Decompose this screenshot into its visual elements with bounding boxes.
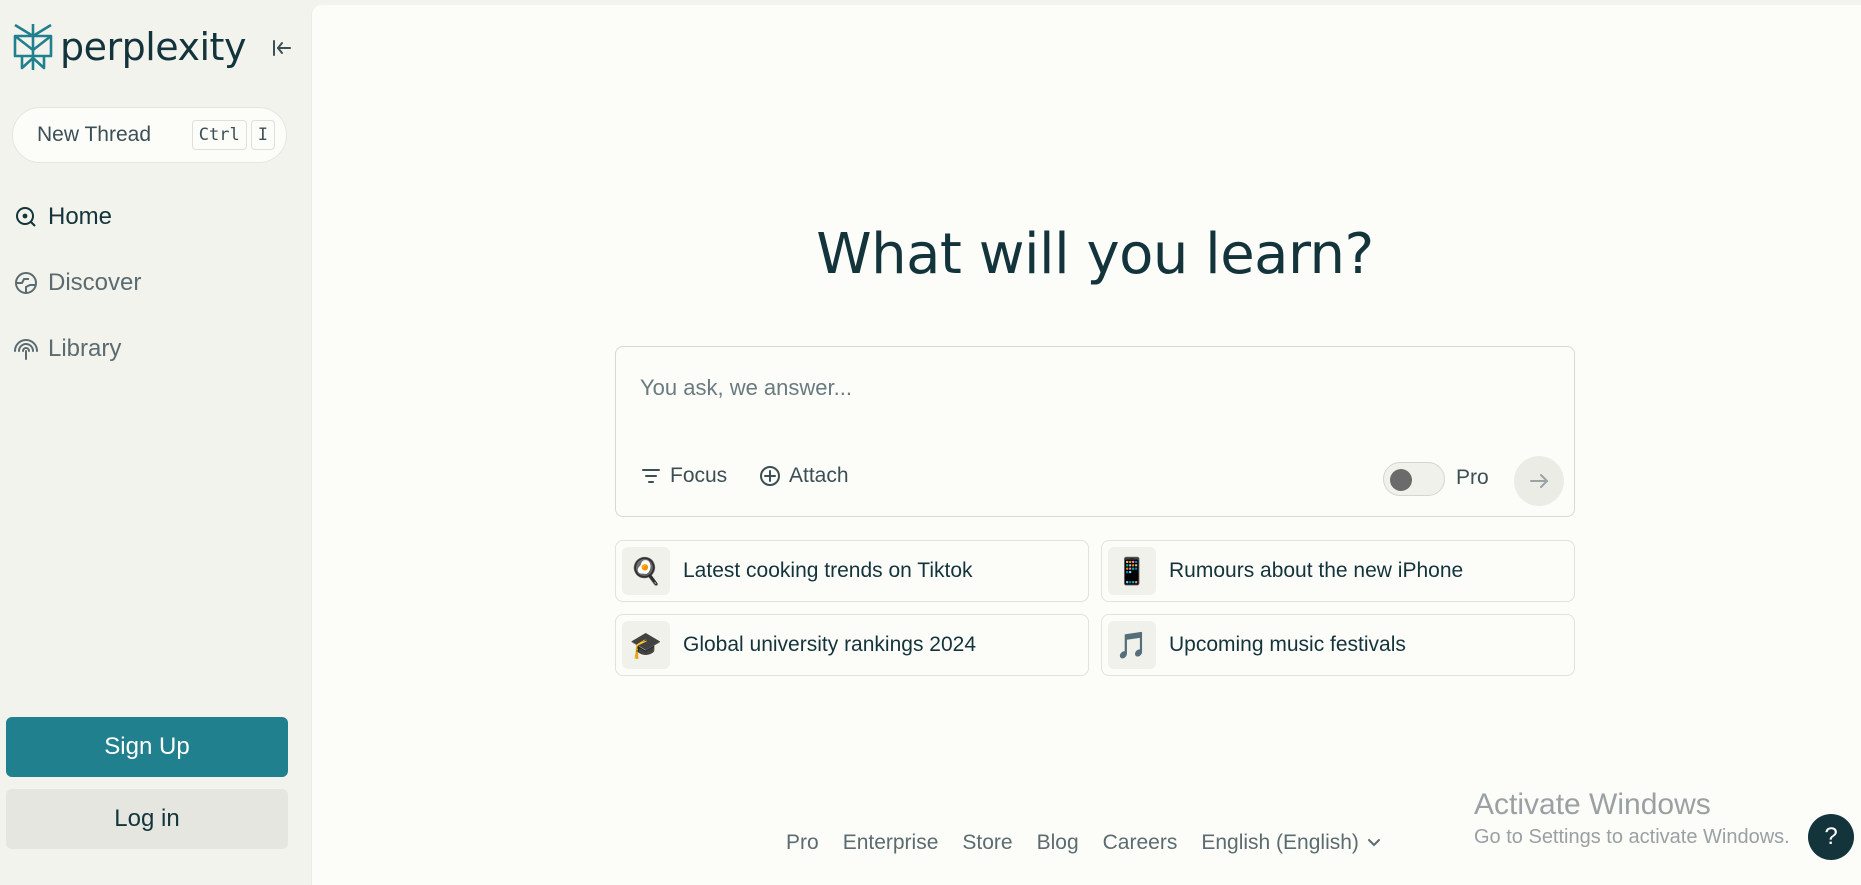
suggestion-label: Global university rankings 2024	[683, 633, 976, 656]
arrow-right-icon	[1530, 474, 1549, 488]
cooking-icon: 🍳	[622, 547, 670, 595]
brand-name: perplexity	[60, 25, 246, 69]
collapse-left-icon	[273, 40, 291, 56]
page-title: What will you learn?	[816, 222, 1374, 287]
home-search-icon	[12, 203, 40, 231]
watermark-subtitle: Go to Settings to activate Windows.	[1474, 826, 1790, 848]
logo[interactable]: perplexity	[12, 22, 302, 72]
pro-toggle[interactable]	[1383, 462, 1445, 496]
toggle-knob	[1390, 469, 1412, 491]
help-button[interactable]: ?	[1808, 814, 1854, 860]
suggestion-label: Upcoming music festivals	[1169, 633, 1406, 656]
shortcut-keys: Ctrl I	[191, 120, 275, 150]
pro-label: Pro	[1456, 466, 1489, 489]
footer-link-pro[interactable]: Pro	[786, 831, 819, 855]
sidebar: perplexity New Thread Ctrl I Home Discov…	[0, 0, 310, 885]
sidebar-item-discover[interactable]: Discover	[12, 263, 292, 303]
focus-button[interactable]: Focus	[640, 459, 727, 493]
filter-icon	[640, 465, 662, 487]
language-label: English (English)	[1201, 831, 1359, 854]
plus-circle-icon	[759, 465, 781, 487]
sidebar-item-library[interactable]: Library	[12, 329, 292, 369]
suggestion-card[interactable]: 🎓 Global university rankings 2024	[615, 614, 1089, 676]
suggestion-card[interactable]: 🍳 Latest cooking trends on Tiktok	[615, 540, 1089, 602]
sidebar-item-home[interactable]: Home	[12, 197, 292, 237]
footer-link-blog[interactable]: Blog	[1037, 831, 1079, 855]
log-in-button[interactable]: Log in	[6, 789, 288, 849]
watermark-title: Activate Windows	[1474, 788, 1711, 821]
music-note-icon: 🎵	[1108, 621, 1156, 669]
globe-icon	[12, 269, 40, 297]
collapse-sidebar-button[interactable]	[268, 35, 294, 61]
suggestion-card[interactable]: 🎵 Upcoming music festivals	[1101, 614, 1575, 676]
footer-link-enterprise[interactable]: Enterprise	[843, 831, 939, 855]
kbd-i: I	[250, 120, 275, 150]
new-thread-label: New Thread	[37, 123, 152, 146]
library-icon	[12, 335, 40, 363]
sidebar-item-label: Discover	[48, 269, 142, 296]
attach-label: Attach	[789, 464, 849, 487]
phone-icon: 📱	[1108, 547, 1156, 595]
sign-up-button[interactable]: Sign Up	[6, 717, 288, 777]
chevron-down-icon	[1367, 839, 1380, 847]
sidebar-item-label: Home	[48, 203, 113, 230]
suggestion-label: Latest cooking trends on Tiktok	[683, 559, 973, 582]
footer-link-careers[interactable]: Careers	[1103, 831, 1178, 855]
language-selector[interactable]: English (English)	[1201, 831, 1381, 855]
new-thread-button[interactable]: New Thread Ctrl I	[12, 107, 287, 163]
footer-links: Pro Enterprise Store Blog Careers Englis…	[786, 831, 1381, 855]
kbd-ctrl: Ctrl	[191, 120, 247, 150]
submit-button[interactable]	[1514, 456, 1564, 506]
suggestion-label: Rumours about the new iPhone	[1169, 559, 1464, 582]
footer-link-store[interactable]: Store	[962, 831, 1012, 855]
perplexity-logo-icon	[13, 23, 53, 70]
ask-box: You ask, we answer... Focus Attach Pro	[615, 346, 1575, 517]
focus-label: Focus	[670, 464, 728, 487]
attach-button[interactable]: Attach	[759, 459, 849, 493]
activate-windows-watermark: Activate Windows Go to Settings to activ…	[1474, 788, 1790, 849]
graduation-cap-icon: 🎓	[622, 621, 670, 669]
ask-input[interactable]: You ask, we answer...	[640, 375, 852, 401]
suggestion-card[interactable]: 📱 Rumours about the new iPhone	[1101, 540, 1575, 602]
sidebar-item-label: Library	[48, 335, 122, 362]
